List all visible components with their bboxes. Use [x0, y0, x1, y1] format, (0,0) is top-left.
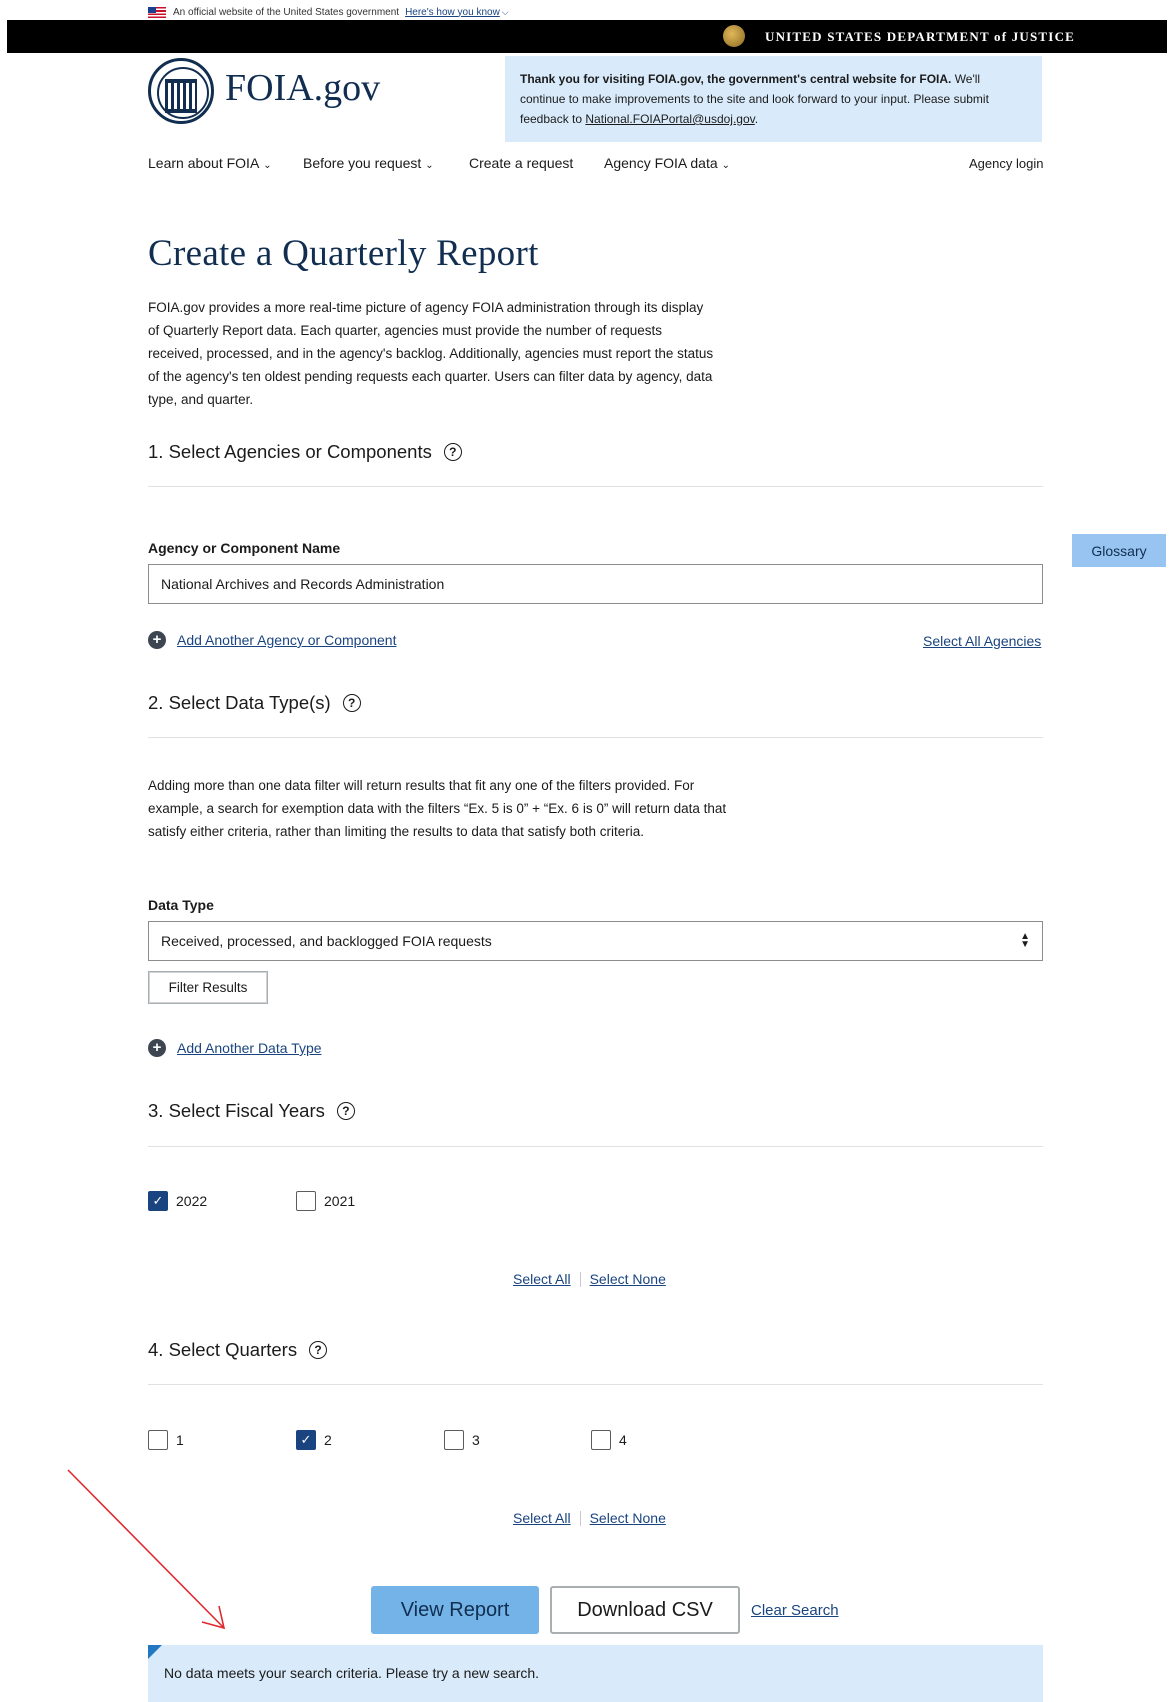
section-agencies-title: 1. Select Agencies or Components ? — [148, 441, 462, 463]
select-all-agencies-link[interactable]: Select All Agencies — [923, 633, 1041, 649]
checkbox-icon[interactable] — [591, 1430, 611, 1450]
quarter-select-links: Select All Select None — [513, 1510, 666, 1526]
data-type-selected-value: Received, processed, and backlogged FOIA… — [161, 933, 492, 949]
nav-before-you-request[interactable]: Before you request ⌄ — [303, 155, 434, 171]
section-fiscal-years-label: 3. Select Fiscal Years — [148, 1100, 325, 1121]
data-type-label: Data Type — [148, 897, 214, 913]
nav-agency-data-label: Agency FOIA data — [604, 155, 718, 171]
fiscal-year-label: 2022 — [176, 1193, 208, 1209]
data-type-select[interactable]: Received, processed, and backlogged FOIA… — [148, 921, 1043, 961]
site-logo[interactable]: FOIA.gov — [225, 66, 380, 110]
quarter-2-checkbox[interactable]: ✓ 2 — [296, 1430, 332, 1450]
data-type-description: Adding more than one data filter will re… — [148, 778, 727, 839]
alert-message: No data meets your search criteria. Plea… — [164, 1665, 540, 1681]
notice-end: . — [754, 112, 759, 126]
section-quarters-label: 4. Select Quarters — [148, 1339, 298, 1360]
select-all-agencies-label: Select All Agencies — [923, 633, 1042, 649]
quarter-label: 1 — [176, 1432, 184, 1448]
section-fiscal-years-title: 3. Select Fiscal Years ? — [148, 1100, 355, 1122]
quarter-label: 2 — [324, 1432, 332, 1448]
checkbox-checked-icon[interactable]: ✓ — [296, 1430, 316, 1450]
fiscal-year-2022-checkbox[interactable]: ✓ 2022 — [148, 1191, 207, 1211]
help-icon[interactable]: ? — [336, 1102, 355, 1120]
checkbox-checked-icon[interactable]: ✓ — [148, 1191, 168, 1211]
page-title: Create a Quarterly Report — [148, 233, 539, 274]
add-data-type-label: Add Another Data Type — [177, 1040, 322, 1056]
plus-circle-icon: + — [148, 1039, 166, 1057]
nav-learn-about-foia[interactable]: Learn about FOIA ⌄ — [148, 155, 272, 171]
select-all-quarters-link[interactable]: Select All — [513, 1510, 571, 1526]
gov-banner: An official website of the United States… — [148, 4, 509, 20]
add-data-type-link[interactable]: + Add Another Data Type — [148, 1039, 322, 1057]
feedback-email-link[interactable]: National.FOIAPortal@usdoj.gov — [585, 112, 754, 126]
section-quarters-title: 4. Select Quarters ? — [148, 1339, 328, 1361]
quarter-label: 4 — [619, 1432, 627, 1448]
no-results-alert: No data meets your search criteria. Plea… — [148, 1645, 1043, 1702]
divider — [148, 1146, 1043, 1147]
quarter-3-checkbox[interactable]: 3 — [444, 1430, 480, 1450]
fiscal-year-label: 2021 — [324, 1193, 356, 1209]
download-csv-button[interactable]: Download CSV — [550, 1586, 740, 1634]
fiscal-year-select-links: Select All Select None — [513, 1271, 666, 1287]
fiscal-year-2021-checkbox[interactable]: 2021 — [296, 1191, 355, 1211]
notice-bold-text: Thank you for visiting FOIA.gov, the gov… — [520, 72, 952, 86]
quarter-1-checkbox[interactable]: 1 — [148, 1430, 184, 1450]
gov-banner-text: An official website of the United States… — [173, 6, 400, 18]
section-data-type-label: 2. Select Data Type(s) — [148, 692, 331, 713]
chevron-down-icon: ⌄ — [425, 160, 434, 171]
section-agencies-label: 1. Select Agencies or Components — [148, 441, 432, 462]
help-icon[interactable]: ? — [309, 1341, 328, 1359]
agency-input-value: National Archives and Records Administra… — [161, 576, 445, 592]
divider — [148, 486, 1043, 487]
section-data-type-title: 2. Select Data Type(s) ? — [148, 692, 361, 714]
chevron-down-icon: ⌄ — [721, 160, 731, 171]
nav-create-a-request[interactable]: Create a request — [469, 155, 573, 171]
select-none-years-link[interactable]: Select None — [590, 1271, 666, 1287]
agency-login-link[interactable]: Agency login — [969, 156, 1043, 171]
quarter-label: 3 — [472, 1432, 480, 1448]
select-arrows-icon: ▲ ▼ — [1020, 931, 1030, 950]
foia-seal-icon[interactable] — [148, 58, 214, 124]
heres-how-you-know-link[interactable]: Here's how you know — [405, 7, 500, 18]
nav-create-label: Create a request — [469, 155, 574, 171]
agency-field-label: Agency or Component Name — [148, 540, 341, 556]
checkbox-icon[interactable] — [148, 1430, 168, 1450]
divider — [148, 737, 1043, 738]
checkbox-icon[interactable] — [296, 1191, 316, 1211]
filter-results-button[interactable]: Filter Results — [148, 971, 268, 1004]
feedback-notice: Thank you for visiting FOIA.gov, the gov… — [505, 56, 1042, 142]
separator — [579, 1510, 581, 1526]
help-icon[interactable]: ? — [342, 694, 361, 712]
agency-input[interactable]: National Archives and Records Administra… — [148, 564, 1043, 604]
alert-corner-marker — [148, 1645, 162, 1659]
add-agency-label: Add Another Agency or Component — [177, 632, 397, 648]
nav-before-label: Before you request — [303, 155, 422, 171]
agency-login-label: Agency login — [969, 156, 1044, 171]
page-intro: FOIA.gov provides a more real-time pictu… — [148, 300, 714, 407]
chevron-down-icon: ⌄ — [263, 160, 272, 171]
checkbox-icon[interactable] — [444, 1430, 464, 1450]
view-report-button[interactable]: View Report — [371, 1586, 539, 1634]
plus-circle-icon: + — [148, 631, 166, 649]
quarter-4-checkbox[interactable]: 4 — [591, 1430, 627, 1450]
doj-seal-icon — [723, 25, 745, 47]
nav-learn-label: Learn about FOIA — [148, 155, 260, 171]
divider — [148, 1384, 1043, 1385]
doj-title[interactable]: UNITED STATES DEPARTMENT of JUSTICE — [765, 29, 1075, 45]
chevron-down-icon[interactable]: ⌵ — [502, 7, 509, 18]
clear-search-link[interactable]: Clear Search — [751, 1602, 839, 1619]
glossary-button[interactable]: Glossary — [1072, 534, 1166, 567]
separator — [579, 1271, 581, 1287]
doj-bar: UNITED STATES DEPARTMENT of JUSTICE — [7, 20, 1167, 53]
select-all-years-link[interactable]: Select All — [513, 1271, 571, 1287]
add-agency-link[interactable]: + Add Another Agency or Component — [148, 631, 396, 649]
select-none-quarters-link[interactable]: Select None — [590, 1510, 666, 1526]
help-icon[interactable]: ? — [443, 443, 462, 461]
nav-agency-foia-data[interactable]: Agency FOIA data ⌄ — [604, 155, 730, 171]
us-flag-icon — [148, 6, 166, 18]
